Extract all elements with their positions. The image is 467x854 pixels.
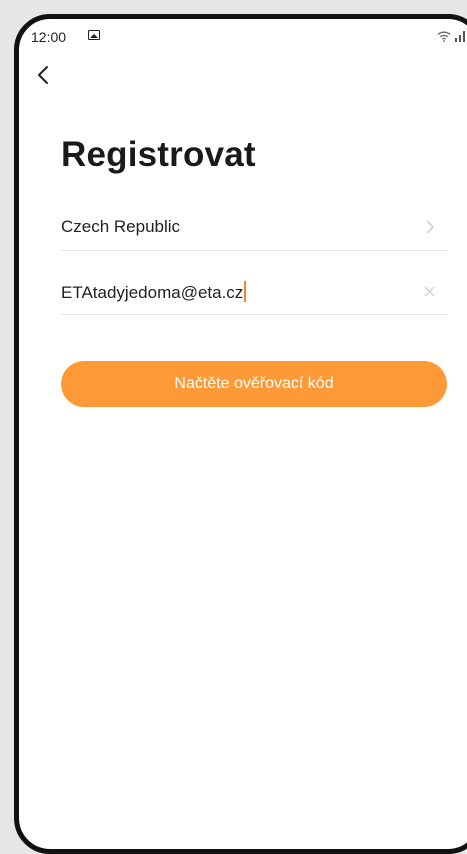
chevron-right-icon xyxy=(426,220,434,234)
page-title: Registrovat xyxy=(61,135,256,174)
email-input[interactable]: ETAtadyjedoma@eta.cz xyxy=(61,281,247,303)
get-verification-code-button[interactable]: Načtěte ověřovací kód xyxy=(61,361,447,407)
phone-screen: 12:00 Registrovat Czech Republic ETAtady… xyxy=(14,14,467,854)
status-time: 12:00 xyxy=(31,29,67,45)
signal-icon xyxy=(455,31,465,42)
country-value: Czech Republic xyxy=(61,217,181,236)
system-icons xyxy=(437,28,467,42)
status-bar: 12:00 xyxy=(19,19,467,51)
email-value: ETAtadyjedoma@eta.cz xyxy=(61,283,244,302)
wifi-icon xyxy=(437,31,451,42)
email-field[interactable]: ETAtadyjedoma@eta.cz xyxy=(61,271,447,315)
back-button[interactable] xyxy=(33,63,55,87)
close-icon[interactable] xyxy=(424,286,435,297)
text-caret xyxy=(244,281,247,302)
country-selector[interactable]: Czech Republic xyxy=(61,207,447,251)
image-icon xyxy=(88,30,100,40)
